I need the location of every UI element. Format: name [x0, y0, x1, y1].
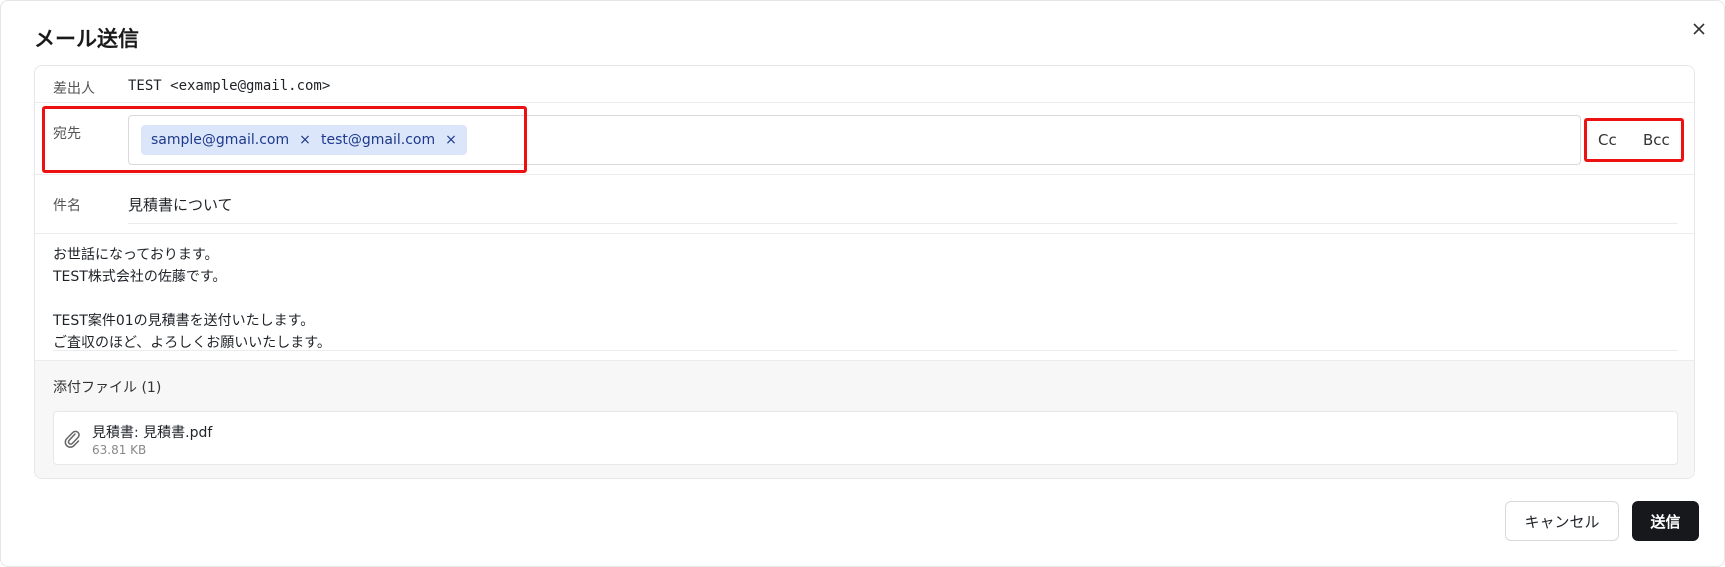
- mail-form: 差出人 TEST <example@gmail.com> 宛先 sample@g…: [34, 65, 1695, 479]
- divider: [35, 102, 1694, 103]
- from-value: TEST <example@gmail.com>: [128, 78, 331, 94]
- attachments-section: 添付ファイル (1) 見積書: 見積書.pdf 63.81 KB: [35, 360, 1694, 478]
- close-icon: [1693, 23, 1705, 35]
- divider: [35, 233, 1694, 234]
- attachments-title: 添付ファイル (1): [53, 380, 162, 396]
- attachment-item[interactable]: 見積書: 見積書.pdf 63.81 KB: [53, 411, 1678, 465]
- cancel-button[interactable]: キャンセル: [1505, 501, 1619, 541]
- divider: [35, 174, 1694, 175]
- subject-input[interactable]: 見積書について: [128, 186, 1678, 224]
- remove-recipient-button[interactable]: ×: [445, 132, 457, 148]
- to-label: 宛先: [53, 126, 81, 142]
- send-button[interactable]: 送信: [1632, 501, 1699, 541]
- recipient-chip: sample@gmail.com ×: [141, 125, 321, 155]
- recipient-chip: test@gmail.com ×: [311, 125, 467, 155]
- attachment-size: 63.81 KB: [92, 443, 147, 457]
- recipient-email: test@gmail.com: [321, 132, 436, 148]
- to-input[interactable]: sample@gmail.com × test@gmail.com ×: [128, 115, 1581, 165]
- subject-label: 件名: [53, 198, 81, 214]
- paperclip-icon: [64, 430, 80, 448]
- from-label: 差出人: [53, 81, 95, 97]
- cc-button[interactable]: Cc: [1598, 131, 1617, 149]
- close-button[interactable]: [1687, 17, 1711, 41]
- remove-recipient-button[interactable]: ×: [299, 132, 311, 148]
- send-mail-dialog: メール送信 差出人 TEST <example@gmail.com> 宛先 sa…: [0, 0, 1725, 567]
- bcc-button[interactable]: Bcc: [1643, 131, 1670, 149]
- dialog-title: メール送信: [34, 27, 139, 51]
- attachment-name: 見積書: 見積書.pdf: [92, 425, 213, 441]
- recipient-email: sample@gmail.com: [151, 132, 290, 148]
- body-textarea[interactable]: お世話になっております。 TEST株式会社の佐藤です。 TEST案件01の見積書…: [53, 244, 1678, 351]
